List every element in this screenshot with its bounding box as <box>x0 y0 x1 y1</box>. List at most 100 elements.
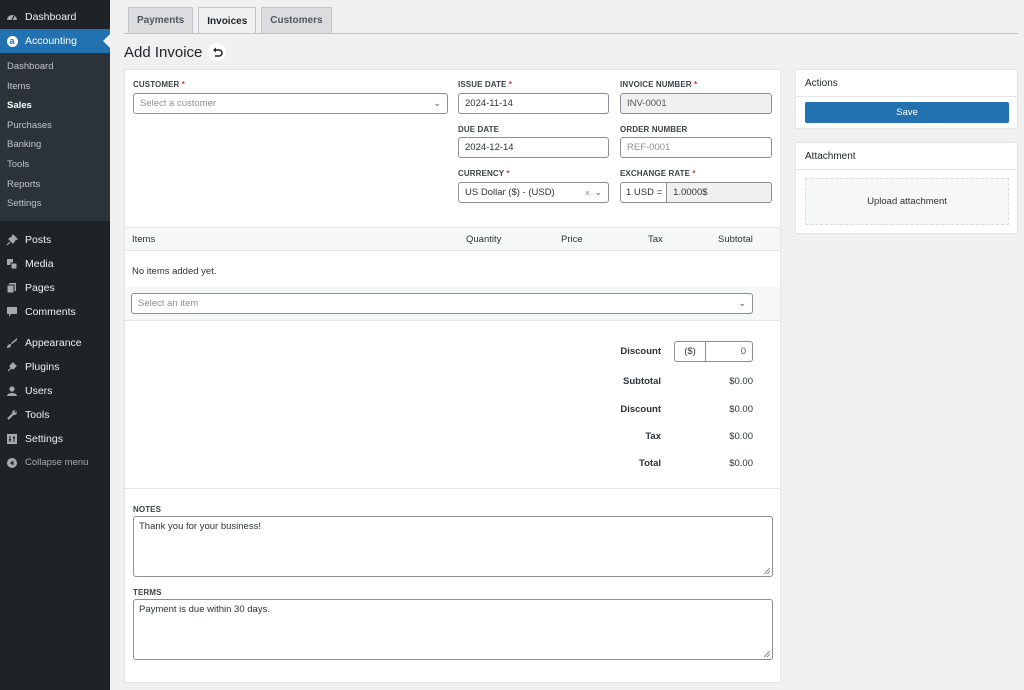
submenu-purchases[interactable]: Purchases <box>0 116 110 136</box>
menu-label: Pages <box>25 281 55 294</box>
menu-dashboard[interactable]: Dashboard <box>0 5 110 29</box>
discount-input[interactable]: 0 <box>706 342 752 361</box>
menu-label: Dashboard <box>25 11 77 23</box>
clear-icon[interactable]: × <box>585 188 590 198</box>
upload-attachment-dropzone[interactable]: Upload attachment <box>805 178 1009 225</box>
menu-label: Settings <box>25 432 63 445</box>
attachment-card: Attachment Upload attachment <box>795 142 1018 234</box>
page-title: Add Invoice <box>124 43 203 61</box>
media-icon <box>6 258 18 270</box>
menu-label: Collapse menu <box>25 457 89 469</box>
issue-date-label: ISSUE DATE * <box>458 80 512 89</box>
dashboard-icon <box>6 11 18 23</box>
actions-card: Actions Save <box>795 69 1018 129</box>
col-items: Items <box>132 234 156 245</box>
menu-pages[interactable]: Pages <box>0 276 110 300</box>
comment-icon <box>6 306 18 318</box>
submenu-banking[interactable]: Banking <box>0 135 110 155</box>
total-value: $0.00 <box>729 458 753 469</box>
accounting-icon: a <box>6 35 18 47</box>
empty-items-message: No items added yet. <box>132 266 217 277</box>
tax-label: Tax <box>645 431 661 442</box>
total-label: Total <box>639 458 661 469</box>
submenu-reports[interactable]: Reports <box>0 175 110 195</box>
menu-posts[interactable]: Posts <box>0 228 110 252</box>
discount-field: ($) 0 <box>674 341 753 362</box>
order-number-label: ORDER NUMBER <box>620 125 688 134</box>
menu-tools[interactable]: Tools <box>0 403 110 427</box>
brush-icon <box>6 337 18 349</box>
notes-label: NOTES <box>133 505 162 514</box>
menu-media[interactable]: Media <box>0 252 110 276</box>
col-tax: Tax <box>648 234 663 245</box>
notes-textarea[interactable]: Thank you for your business! <box>133 516 773 577</box>
exchange-rate-label: EXCHANGE RATE * <box>620 169 696 178</box>
totals-divider <box>125 488 780 489</box>
tab-customers[interactable]: Customers <box>261 7 332 33</box>
exchange-rate-prefix: 1 USD = <box>626 183 668 202</box>
menu-label: Media <box>25 257 54 270</box>
currency-select[interactable]: US Dollar ($) - (USD) × ⌄ <box>458 182 609 203</box>
currency-label: CURRENCY * <box>458 169 510 178</box>
terms-textarea[interactable]: Payment is due within 30 days. <box>133 599 773 660</box>
menu-comments[interactable]: Comments <box>0 300 110 324</box>
order-number-input[interactable]: REF-0001 <box>620 137 772 158</box>
accounting-submenu: Dashboard Items Sales Purchases Banking … <box>0 53 110 221</box>
invoice-number-input[interactable]: INV-0001 <box>620 93 772 114</box>
col-quantity: Quantity <box>466 234 502 245</box>
wrench-icon <box>6 409 18 421</box>
menu-label: Comments <box>25 305 76 318</box>
chevron-down-icon: ⌄ <box>738 297 746 308</box>
tab-invoices[interactable]: Invoices <box>198 7 257 34</box>
collapse-icon <box>6 457 18 469</box>
page-title-row: Add Invoice <box>124 43 227 61</box>
menu-label: Plugins <box>25 360 60 373</box>
save-button[interactable]: Save <box>805 102 1009 123</box>
admin-sidebar: Dashboard a Accounting Dashboard Items S… <box>0 0 110 690</box>
invoice-form-card: CUSTOMER * Select a customer ⌄ ISSUE DAT… <box>124 69 781 683</box>
menu-label: Posts <box>25 233 52 246</box>
discount-unit[interactable]: ($) <box>675 342 706 361</box>
col-subtotal: Subtotal <box>718 234 753 245</box>
menu-settings[interactable]: Settings <box>0 427 110 451</box>
issue-date-input[interactable]: 2024-11-14 <box>458 93 609 114</box>
menu-users[interactable]: Users <box>0 379 110 403</box>
actions-title: Actions <box>796 70 1017 97</box>
menu-label: Appearance <box>25 336 82 349</box>
attachment-title: Attachment <box>796 143 1017 170</box>
item-select[interactable]: Select an item ⌄ <box>131 293 753 314</box>
menu-label: Tools <box>25 408 50 421</box>
menu-plugins[interactable]: Plugins <box>0 355 110 379</box>
pin-icon <box>6 233 18 246</box>
back-button[interactable] <box>208 43 227 61</box>
customer-select[interactable]: Select a customer ⌄ <box>133 93 448 114</box>
due-date-label: DUE DATE <box>458 125 500 134</box>
chevron-down-icon: ⌄ <box>594 186 602 197</box>
submenu-items[interactable]: Items <box>0 77 110 97</box>
submenu-sales[interactable]: Sales <box>0 96 110 116</box>
plugin-icon <box>6 361 18 373</box>
customer-label: CUSTOMER * <box>133 80 185 89</box>
collapse-menu-button[interactable]: Collapse menu <box>0 451 110 475</box>
submenu-settings[interactable]: Settings <box>0 194 110 214</box>
due-date-input[interactable]: 2024-12-14 <box>458 137 609 158</box>
settings-icon <box>6 433 18 445</box>
col-price: Price <box>561 234 583 245</box>
tax-value: $0.00 <box>729 431 753 442</box>
pages-icon <box>6 282 18 294</box>
menu-appearance[interactable]: Appearance <box>0 331 110 355</box>
tabs-divider <box>124 33 1018 34</box>
submenu-tools[interactable]: Tools <box>0 155 110 175</box>
menu-accounting[interactable]: a Accounting <box>0 29 110 53</box>
submenu-dashboard[interactable]: Dashboard <box>0 57 110 77</box>
tab-payments[interactable]: Payments <box>128 7 194 33</box>
terms-label: TERMS <box>133 588 162 597</box>
exchange-rate-input[interactable]: 1.0000$ <box>667 183 771 202</box>
discount-total-label: Discount <box>620 404 661 415</box>
user-icon <box>6 385 18 397</box>
menu-label: Users <box>25 384 53 397</box>
subtotal-label: Subtotal <box>623 376 661 387</box>
undo-icon <box>212 47 223 57</box>
section-tabs: Payments Invoices Customers <box>128 7 332 34</box>
discount-total-value: $0.00 <box>729 404 753 415</box>
